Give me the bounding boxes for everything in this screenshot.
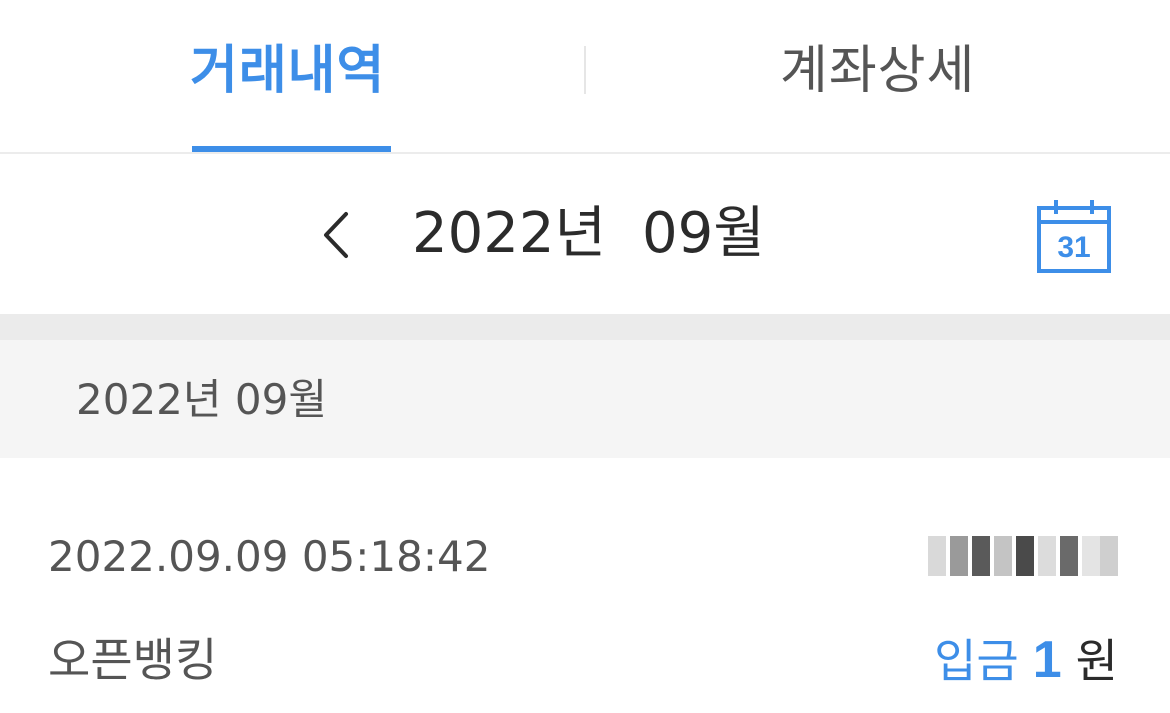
transaction-amount-value: 1 — [1032, 631, 1062, 689]
chevron-left-icon — [324, 212, 348, 258]
calendar-day-number: 31 — [1057, 231, 1091, 264]
month-section-header: 2022년 09월 — [0, 340, 1170, 458]
current-month-title: 2022년 09월 — [412, 194, 765, 274]
tab-account-details[interactable]: 계좌상세 — [780, 36, 975, 106]
masked-balance — [928, 536, 1118, 576]
tab-bar: 거래내역 계좌상세 — [0, 0, 1170, 154]
currency-unit: 원 — [1075, 634, 1118, 688]
active-tab-indicator — [192, 146, 391, 152]
month-section-title: 2022년 09월 — [76, 375, 327, 424]
transaction-description: 오픈뱅킹 — [48, 633, 218, 687]
calendar-button[interactable]: 31 — [1036, 198, 1112, 274]
previous-month-button[interactable] — [318, 210, 358, 260]
transaction-row[interactable]: 2022.09.09 05:18:42 오픈뱅킹 입금 1 원 — [0, 458, 1170, 713]
transaction-datetime: 2022.09.09 05:18:42 — [48, 532, 491, 581]
transaction-type: 입금 — [934, 634, 1019, 688]
tab-divider — [584, 46, 586, 94]
tab-transaction-history[interactable]: 거래내역 — [190, 36, 385, 106]
transaction-amount: 입금 1 원 — [934, 630, 1118, 690]
section-divider-band — [0, 314, 1170, 340]
current-month: 09월 — [642, 201, 765, 266]
current-year: 2022년 — [412, 201, 607, 266]
month-selector: 2022년 09월 31 — [0, 154, 1170, 314]
